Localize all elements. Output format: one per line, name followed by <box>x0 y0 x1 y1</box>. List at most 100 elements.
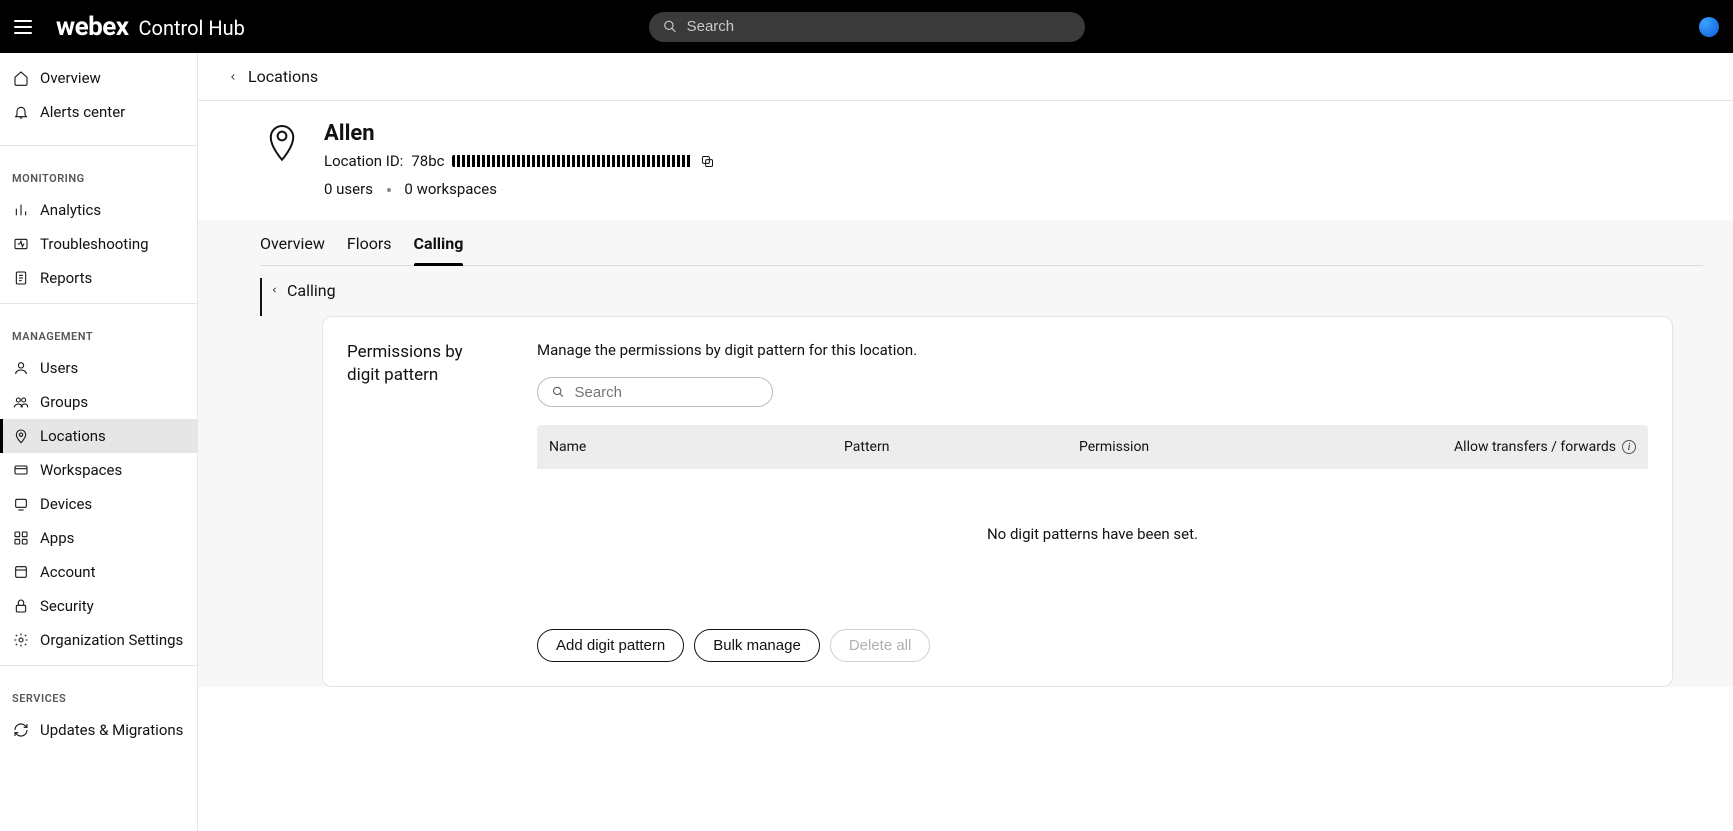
sidebar-item-org-settings[interactable]: Organization Settings <box>0 623 197 657</box>
pattern-search[interactable] <box>537 377 773 407</box>
chevron-left-icon[interactable] <box>228 69 238 85</box>
location-id-label: Location ID: <box>324 152 403 170</box>
add-digit-pattern-button[interactable]: Add digit pattern <box>537 629 684 662</box>
sidebar-item-label: Apps <box>40 529 74 547</box>
column-name: Name <box>549 439 844 455</box>
separator-dot <box>387 188 391 192</box>
panel-actions: Add digit pattern Bulk manage Delete all <box>537 629 1648 662</box>
sidebar-item-groups[interactable]: Groups <box>0 385 197 419</box>
diagnostic-icon <box>12 235 30 253</box>
sidebar-divider <box>0 665 197 666</box>
sub-breadcrumb-label[interactable]: Calling <box>287 281 336 300</box>
copy-icon[interactable] <box>700 154 715 169</box>
location-counts: 0 users 0 workspaces <box>324 180 715 198</box>
search-icon <box>663 19 677 34</box>
chevron-left-icon[interactable] <box>270 283 279 297</box>
location-workspaces-count: 0 workspaces <box>404 180 497 198</box>
table-header: Name Pattern Permission Allow transfers … <box>537 425 1648 469</box>
sidebar-item-label: Devices <box>40 495 92 513</box>
menu-toggle-icon[interactable] <box>14 15 38 39</box>
location-id-prefix: 78bc <box>411 152 444 170</box>
device-icon <box>12 495 30 513</box>
gear-icon <box>12 631 30 649</box>
tab-overview[interactable]: Overview <box>260 220 325 265</box>
location-users-count: 0 users <box>324 180 373 198</box>
location-id-redacted <box>452 155 692 167</box>
pattern-search-input[interactable] <box>574 384 758 401</box>
sidebar-item-label: Analytics <box>40 201 101 219</box>
search-icon <box>552 385 564 399</box>
workspace-icon <box>12 461 30 479</box>
sidebar-item-reports[interactable]: Reports <box>0 261 197 295</box>
tabs: Overview Floors Calling <box>260 220 1703 266</box>
sidebar-divider <box>0 303 197 304</box>
location-header: Allen Location ID: 78bc 0 users 0 worksp… <box>198 101 1733 220</box>
group-icon <box>12 393 30 411</box>
apps-icon <box>12 529 30 547</box>
info-icon[interactable]: i <box>1622 440 1636 454</box>
sidebar-item-users[interactable]: Users <box>0 351 197 385</box>
sidebar: Overview Alerts center MONITORING Analyt… <box>0 53 198 831</box>
column-permission: Permission <box>1079 439 1434 455</box>
bulk-manage-button[interactable]: Bulk manage <box>694 629 820 662</box>
sidebar-item-analytics[interactable]: Analytics <box>0 193 197 227</box>
location-id-row: Location ID: 78bc <box>324 152 715 170</box>
sidebar-item-devices[interactable]: Devices <box>0 487 197 521</box>
sidebar-item-label: Security <box>40 597 94 615</box>
sidebar-item-alerts[interactable]: Alerts center <box>0 95 197 129</box>
sidebar-item-label: Locations <box>40 427 106 445</box>
bell-icon <box>12 103 30 121</box>
brand-secondary: Control Hub <box>139 16 245 40</box>
column-pattern: Pattern <box>844 439 1079 455</box>
home-icon <box>12 69 30 87</box>
delete-all-button: Delete all <box>830 629 931 662</box>
sidebar-divider <box>0 145 197 146</box>
panel-title: Permissions by digit pattern <box>347 341 497 387</box>
account-icon <box>12 563 30 581</box>
sidebar-item-label: Users <box>40 359 78 377</box>
breadcrumb[interactable]: Locations <box>198 53 1733 101</box>
sidebar-item-label: Overview <box>40 69 101 87</box>
tab-calling[interactable]: Calling <box>414 220 464 265</box>
sub-breadcrumb[interactable]: Calling <box>260 278 1703 316</box>
sidebar-item-label: Updates & Migrations <box>40 721 183 739</box>
panel-description: Manage the permissions by digit pattern … <box>537 341 1648 359</box>
global-search[interactable] <box>649 12 1085 42</box>
sidebar-item-security[interactable]: Security <box>0 589 197 623</box>
document-icon <box>12 269 30 287</box>
user-avatar[interactable] <box>1699 17 1719 37</box>
bar-chart-icon <box>12 201 30 219</box>
sidebar-item-label: Account <box>40 563 96 581</box>
sidebar-item-overview[interactable]: Overview <box>0 61 197 95</box>
brand-logo: webex Control Hub <box>56 12 245 42</box>
sidebar-item-label: Alerts center <box>40 103 125 121</box>
sidebar-item-apps[interactable]: Apps <box>0 521 197 555</box>
sidebar-item-label: Workspaces <box>40 461 122 479</box>
sidebar-heading-management: MANAGEMENT <box>0 312 197 351</box>
sidebar-item-locations[interactable]: Locations <box>0 419 197 453</box>
refresh-icon <box>12 721 30 739</box>
breadcrumb-label[interactable]: Locations <box>248 67 318 86</box>
lock-icon <box>12 597 30 615</box>
column-allow-label: Allow transfers / forwards <box>1454 439 1616 455</box>
global-search-input[interactable] <box>687 18 1071 35</box>
sidebar-item-label: Troubleshooting <box>40 235 149 253</box>
top-bar: webex Control Hub <box>0 0 1733 53</box>
pin-icon <box>12 427 30 445</box>
tab-floors[interactable]: Floors <box>347 220 392 265</box>
user-icon <box>12 359 30 377</box>
sidebar-item-account[interactable]: Account <box>0 555 197 589</box>
brand-primary: webex <box>56 12 129 42</box>
sidebar-heading-monitoring: MONITORING <box>0 154 197 193</box>
sidebar-item-label: Organization Settings <box>40 631 183 649</box>
main-content: Locations Allen Location ID: 78bc 0 user… <box>198 53 1733 831</box>
sidebar-item-label: Groups <box>40 393 88 411</box>
sidebar-item-label: Reports <box>40 269 92 287</box>
column-allow: Allow transfers / forwards i <box>1434 439 1636 455</box>
location-title: Allen <box>324 121 715 146</box>
location-pin-icon <box>266 121 298 161</box>
sidebar-item-workspaces[interactable]: Workspaces <box>0 453 197 487</box>
sidebar-item-updates[interactable]: Updates & Migrations <box>0 713 197 747</box>
table-empty-message: No digit patterns have been set. <box>537 469 1648 599</box>
sidebar-item-troubleshooting[interactable]: Troubleshooting <box>0 227 197 261</box>
